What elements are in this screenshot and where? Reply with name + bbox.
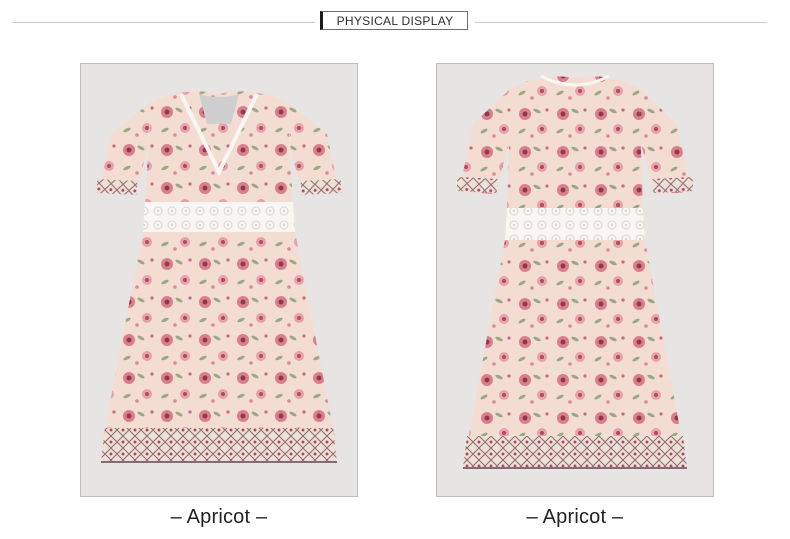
section-title: PHYSICAL DISPLAY xyxy=(320,11,468,30)
product-image-front-vneck[interactable] xyxy=(80,63,358,497)
color-caption-left: – Apricot – xyxy=(170,506,268,528)
dress-illustration-vneck xyxy=(96,91,342,463)
color-caption-right: – Apricot – xyxy=(526,506,624,528)
header-divider-left xyxy=(12,22,315,23)
dress-illustration-roundneck xyxy=(456,74,694,469)
header-divider-right xyxy=(475,22,767,23)
product-image-front-roundneck[interactable] xyxy=(436,63,714,497)
